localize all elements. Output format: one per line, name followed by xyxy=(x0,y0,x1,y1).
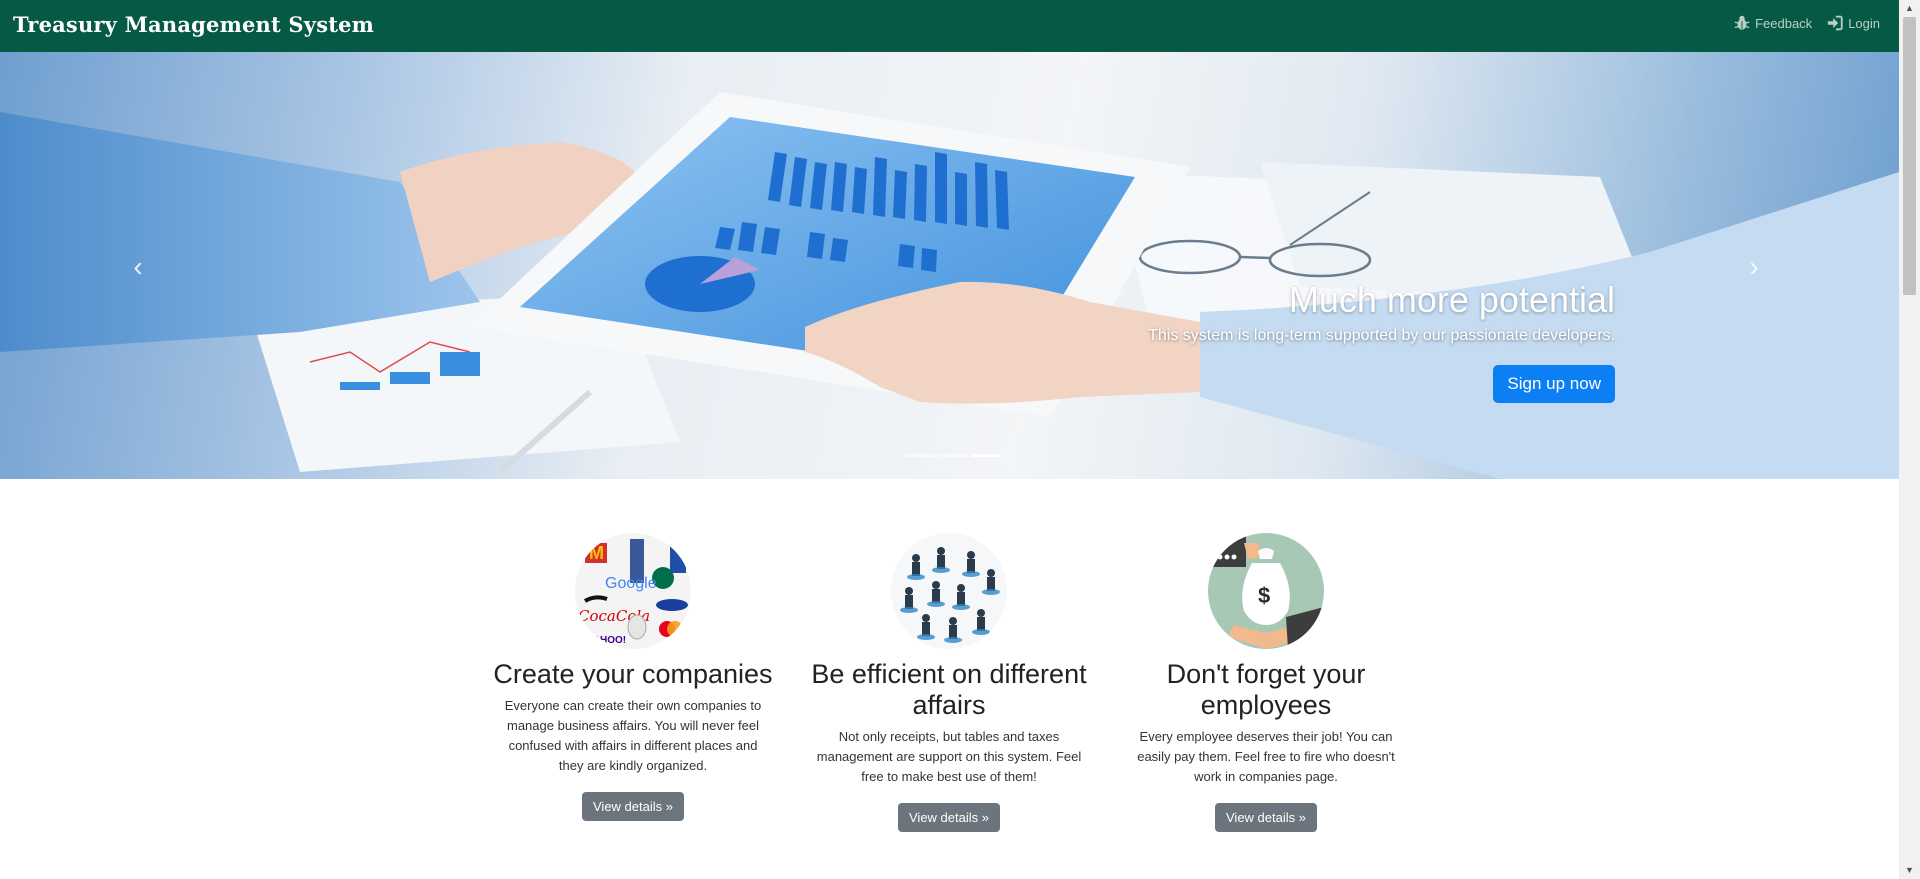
brand-title[interactable]: Treasury Management System xyxy=(13,12,374,37)
hero-background-image xyxy=(0,92,1899,479)
brand-logos-collage: M Google CocaCola YAHOO! xyxy=(575,533,691,649)
view-details-button[interactable]: View details » xyxy=(898,803,1000,832)
feature-title: Be efficient on different affairs xyxy=(811,659,1087,720)
sign-up-button[interactable]: Sign up now xyxy=(1493,365,1615,403)
sign-in-icon xyxy=(1827,15,1843,31)
feature-title: Don't forget your employees xyxy=(1166,659,1366,720)
carousel-prev-button[interactable]: ‹ xyxy=(118,247,158,287)
chevron-right-icon: › xyxy=(1749,251,1759,282)
carousel-indicator-3[interactable] xyxy=(971,454,1001,457)
feedback-link[interactable]: Feedback xyxy=(1733,14,1812,32)
hero-carousel: ‹ › Much more potential This system is l… xyxy=(0,52,1899,479)
scrollbar-thumb[interactable] xyxy=(1903,17,1916,295)
login-label: Login xyxy=(1848,15,1880,31)
business-people-figures xyxy=(891,533,1007,649)
view-details-button[interactable]: View details » xyxy=(1215,803,1317,832)
nav-right: Feedback Login xyxy=(1733,14,1880,32)
feature-efficient-affairs: Be efficient on different affairs Not on… xyxy=(804,533,1094,832)
carousel-indicators xyxy=(905,454,1001,457)
feature-text: Not only receipts, but tables and taxes … xyxy=(816,729,1082,784)
top-navbar: Treasury Management System Feedback Logi… xyxy=(0,0,1899,52)
money-bag-hand: $ xyxy=(1208,533,1324,649)
carousel-next-button[interactable]: › xyxy=(1734,247,1774,287)
svg-text:Google: Google xyxy=(605,575,657,592)
page: Treasury Management System Feedback Logi… xyxy=(0,0,1899,879)
scroll-up-arrow[interactable]: ▲ xyxy=(1899,0,1920,17)
carousel-indicator-2[interactable] xyxy=(938,454,968,457)
caption-text: This system is long-term supported by ou… xyxy=(1148,327,1615,344)
svg-text:M: M xyxy=(589,543,604,563)
brand-logos-image: M Google CocaCola YAHOO! xyxy=(575,533,691,649)
carousel-caption: Much more potential This system is long-… xyxy=(1148,279,1615,345)
feature-create-companies: M Google CocaCola YAHOO! Create your com… xyxy=(488,533,778,821)
feature-text: Everyone can create their own companies … xyxy=(504,698,762,773)
carousel-indicator-1[interactable] xyxy=(905,454,935,457)
bug-icon xyxy=(1734,15,1750,30)
vertical-scrollbar[interactable]: ▲ ▼ xyxy=(1899,0,1920,879)
money-bag-image: $ xyxy=(1208,533,1324,649)
feature-employees: $ Don't forget your employees Every empl… xyxy=(1121,533,1411,832)
scroll-down-arrow[interactable]: ▼ xyxy=(1899,862,1920,879)
feedback-label: Feedback xyxy=(1755,15,1813,31)
login-link[interactable]: Login xyxy=(1826,14,1880,32)
svg-text:$: $ xyxy=(1258,583,1270,608)
chevron-left-icon: ‹ xyxy=(133,251,143,282)
feature-text: Every employee deserves their job! You c… xyxy=(1137,729,1395,784)
caption-title: Much more potential xyxy=(1288,279,1615,320)
svg-text:YAHOO!: YAHOO! xyxy=(587,635,626,646)
feature-title: Create your companies xyxy=(493,659,773,689)
view-details-button[interactable]: View details » xyxy=(582,792,684,821)
business-people-image xyxy=(891,533,1007,649)
